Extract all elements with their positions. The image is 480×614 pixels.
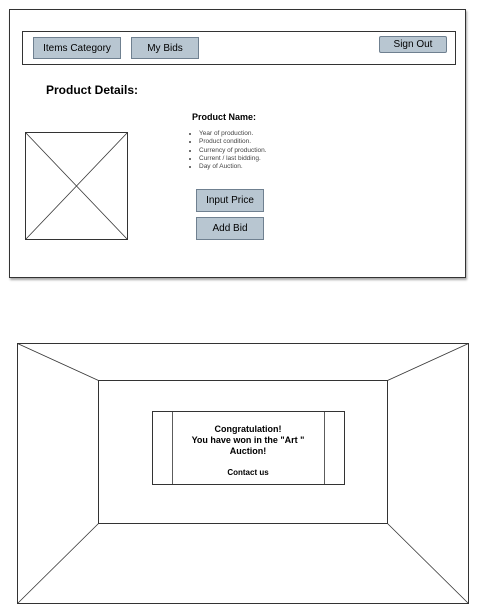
product-image-placeholder-icon	[25, 132, 128, 240]
message-line: Congratulation!	[214, 424, 282, 434]
list-item: Day of Auction.	[199, 163, 267, 171]
sign-out-button[interactable]: Sign Out	[379, 36, 447, 53]
add-bid-button[interactable]: Add Bid	[196, 217, 264, 240]
list-item: Year of production.	[199, 130, 267, 138]
product-details-list: Year of production. Product condition. C…	[190, 130, 267, 171]
page-title: Product Details:	[46, 83, 139, 97]
items-category-button[interactable]: Items Category	[33, 37, 121, 59]
product-name-label: Product Name:	[192, 112, 257, 122]
contact-us-link[interactable]: Contact us	[175, 468, 321, 477]
message-line: Auction!	[229, 446, 267, 456]
list-item: Product condition.	[199, 138, 267, 146]
message-line: You have won in the "Art "	[191, 435, 305, 445]
my-bids-button[interactable]: My Bids	[131, 37, 199, 59]
list-item: Current / last bidding.	[199, 155, 267, 163]
input-price-button[interactable]: Input Price	[196, 189, 264, 212]
congratulation-message: Congratulation! You have won in the "Art…	[175, 424, 321, 457]
list-item: Currency of production.	[199, 147, 267, 155]
